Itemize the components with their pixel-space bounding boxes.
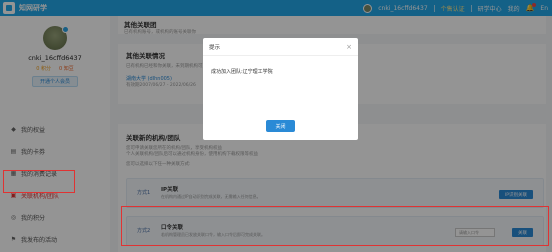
success-dialog: 提示 × 成功加入团队:辽宁理工学院 关闭: [203, 38, 358, 140]
dialog-header: 提示 ×: [203, 38, 358, 56]
highlight-box-sidebar: [3, 170, 75, 193]
dialog-message: 成功加入团队:辽宁理工学院: [211, 69, 273, 75]
close-button[interactable]: 关闭: [266, 120, 295, 132]
dialog-title: 提示: [209, 44, 221, 51]
highlight-box-method: [121, 206, 549, 246]
close-icon[interactable]: ×: [346, 43, 352, 51]
